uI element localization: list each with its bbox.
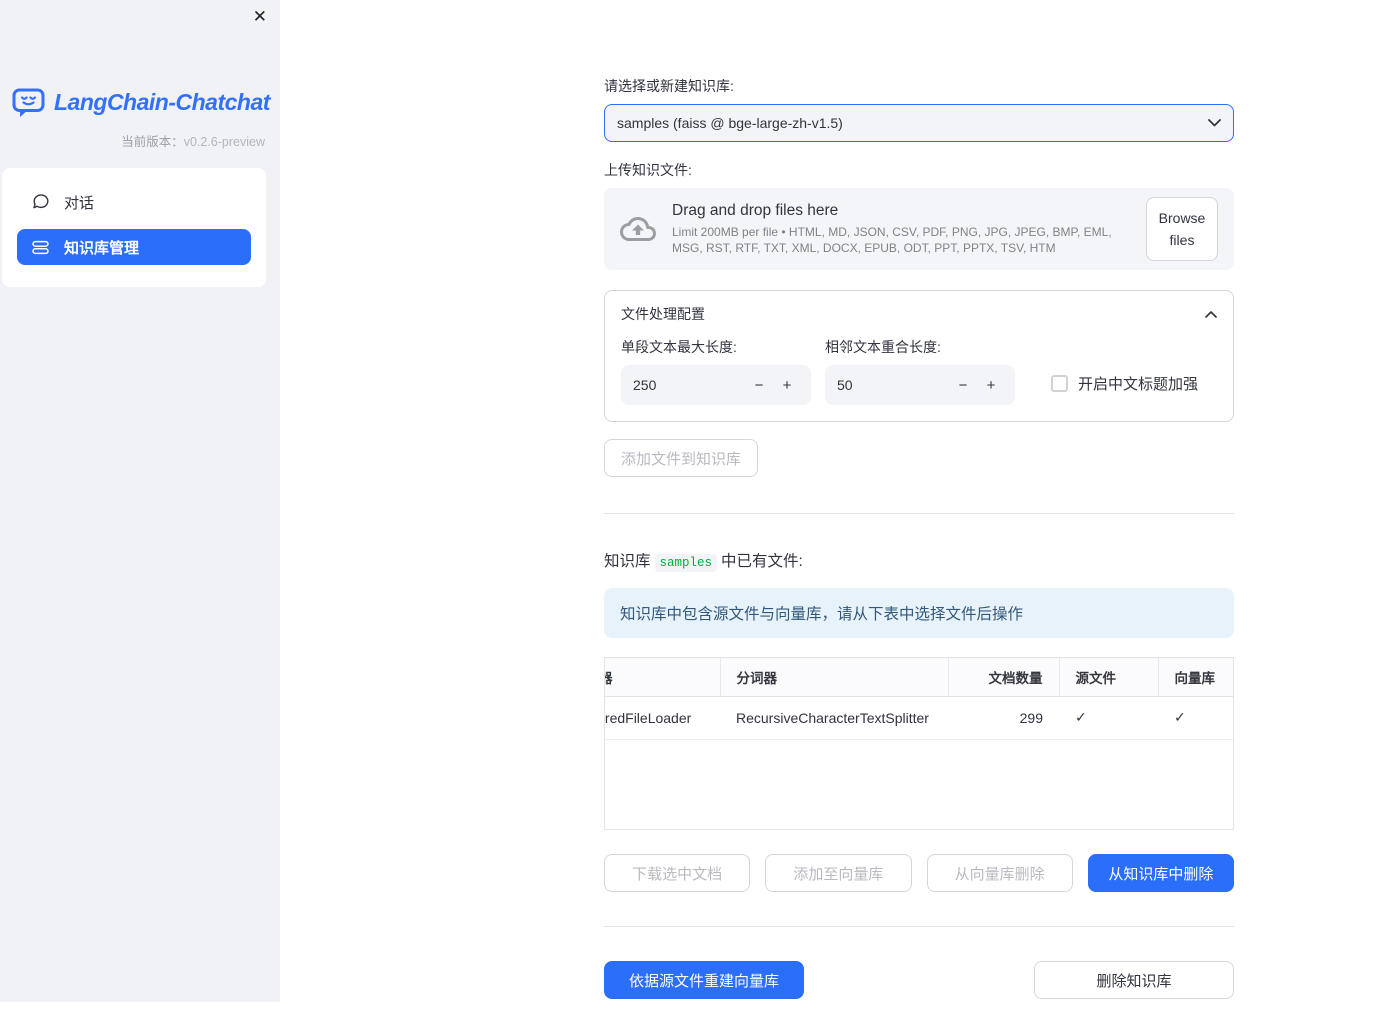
delete-kb-button[interactable]: 删除知识库: [1034, 961, 1234, 999]
kb-select[interactable]: samples (faiss @ bge-large-zh-v1.5): [604, 104, 1234, 142]
expander-header[interactable]: 文件处理配置: [605, 291, 1233, 335]
app-title: LangChain-Chatchat: [54, 89, 270, 115]
column-header-vector-store[interactable]: 向量库: [1157, 658, 1233, 697]
cell-doc-count: 299: [948, 696, 1059, 740]
kb-select-value: samples (faiss @ bge-large-zh-v1.5): [617, 115, 843, 131]
sidebar-item-dialogue[interactable]: 对话: [17, 184, 251, 220]
table-row[interactable]: UnstructuredFileLoader RecursiveCharacte…: [605, 696, 1233, 740]
chunk-size-value: 250: [633, 377, 657, 393]
sidebar-item-label: 知识库管理: [64, 239, 140, 257]
column-header-source-file[interactable]: 源文件: [1058, 658, 1158, 697]
file-config-expander: 文件处理配置 单段文本最大长度: 250 − + 相邻文本重合长度: 50 − …: [604, 290, 1234, 422]
overlap-decrement-button[interactable]: −: [949, 366, 977, 404]
column-header-splitter[interactable]: 分词器: [719, 658, 948, 697]
expander-title: 文件处理配置: [621, 306, 705, 322]
zh-title-enhance-checkbox[interactable]: [1051, 375, 1068, 392]
cell-vector-store-check: ✓: [1158, 696, 1233, 740]
stacked-bars-icon: [32, 239, 50, 256]
upload-label: 上传知识文件:: [604, 162, 692, 178]
overlap-value: 50: [837, 377, 853, 393]
chevron-down-icon: [1208, 119, 1221, 127]
app-logo: LangChain-Chatchat: [12, 86, 270, 119]
kb-name-code: samples: [654, 554, 718, 572]
version-line: 当前版本：v0.2.6-preview: [0, 131, 265, 150]
overlap-increment-button[interactable]: +: [977, 366, 1005, 404]
sidebar-menu: 对话 知识库管理: [2, 168, 266, 287]
sidebar-close-icon[interactable]: ✕: [253, 5, 267, 29]
cloud-upload-icon: [620, 211, 656, 247]
sidebar-item-knowledge-base[interactable]: 知识库管理: [17, 229, 251, 265]
rebuild-vector-store-button[interactable]: 依据源文件重建向量库: [604, 961, 804, 999]
logo-chat-bubble-icon: [12, 86, 45, 119]
sidebar: ✕ LangChain-Chatchat 当前版本：v0.2.6-preview…: [0, 0, 280, 1002]
column-header-doc-count[interactable]: 文档数量: [947, 658, 1059, 697]
divider: [604, 926, 1234, 927]
chunk-size-decrement-button[interactable]: −: [745, 366, 773, 404]
browse-files-button[interactable]: Browse files: [1146, 196, 1218, 262]
kb-files-line: 知识库 samples 中已有文件:: [604, 549, 1234, 572]
file-dropzone[interactable]: Drag and drop files here Limit 200MB per…: [604, 188, 1234, 270]
download-selected-button[interactable]: 下载选中文档: [604, 854, 751, 892]
dropzone-limits: Limit 200MB per file • HTML, MD, JSON, C…: [672, 224, 1112, 255]
chat-bubble-icon: [32, 193, 50, 211]
chunk-size-increment-button[interactable]: +: [773, 366, 801, 404]
add-files-to-kb-button[interactable]: 添加文件到知识库: [604, 439, 759, 477]
cell-loader: UnstructuredFileLoader: [605, 696, 720, 740]
add-to-vector-store-button[interactable]: 添加至向量库: [765, 854, 912, 892]
files-table[interactable]: 文档加载器 分词器 文档数量 源文件 向量库 UnstructuredFileL…: [604, 657, 1234, 830]
version-value: v0.2.6-preview: [183, 135, 265, 149]
zh-title-enhance-label: 开启中文标题加强: [1078, 376, 1199, 393]
sidebar-item-label: 对话: [64, 194, 95, 212]
overlap-input[interactable]: 50 − +: [825, 365, 1015, 405]
divider: [604, 513, 1234, 514]
chunk-size-input[interactable]: 250 − +: [621, 365, 811, 405]
chunk-size-label: 单段文本最大长度:: [621, 339, 737, 355]
cell-splitter: RecursiveCharacterTextSplitter: [720, 696, 948, 740]
kb-files-suffix: 中已有文件:: [721, 553, 803, 570]
cell-source-file-check: ✓: [1059, 696, 1158, 740]
table-header-row: 文档加载器 分词器 文档数量 源文件 向量库: [605, 658, 1233, 697]
info-banner: 知识库中包含源文件与向量库，请从下表中选择文件后操作: [604, 588, 1234, 638]
delete-from-vector-store-button[interactable]: 从向量库删除: [926, 854, 1073, 892]
overlap-label: 相邻文本重合长度:: [825, 339, 941, 355]
delete-from-kb-button[interactable]: 从知识库中删除: [1087, 854, 1234, 892]
file-actions-row: 下载选中文档 添加至向量库 从向量库删除 从知识库中删除: [604, 854, 1234, 892]
column-header-loader[interactable]: 文档加载器: [605, 658, 720, 697]
kb-select-label: 请选择或新建知识库:: [604, 78, 734, 94]
kb-files-prefix: 知识库: [604, 553, 651, 570]
dropzone-title: Drag and drop files here: [672, 201, 839, 219]
info-text: 知识库中包含源文件与向量库，请从下表中选择文件后操作: [620, 606, 1024, 623]
version-label: 当前版本：: [121, 135, 184, 149]
main-panel: 请选择或新建知识库: samples (faiss @ bge-large-zh…: [280, 0, 1380, 1002]
chevron-up-icon: [1205, 310, 1217, 318]
kb-actions-row: 依据源文件重建向量库 删除知识库: [604, 961, 1234, 1036]
